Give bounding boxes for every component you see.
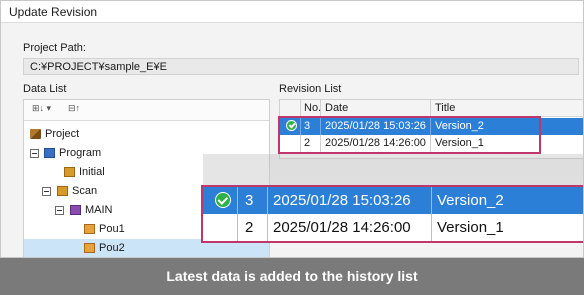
latest-check-icon: [215, 192, 231, 208]
tree-item-label: Program: [59, 147, 102, 159]
tree-item-label: Initial: [79, 166, 105, 178]
zoomed-revision-row: 3 2025/01/28 15:03:26 Version_2: [203, 187, 583, 214]
data-list-label: Data List: [23, 83, 67, 95]
zoomed-revision-row: 2 2025/01/28 14:26:00 Version_1: [203, 214, 583, 241]
project-icon: [30, 129, 41, 139]
caption-banner: Latest data is added to the history list: [0, 258, 584, 295]
tree-item-label: Pou2: [99, 242, 125, 254]
zoomed-revision-title: Version_1: [437, 219, 504, 236]
tree-item-project[interactable]: Project: [24, 125, 269, 144]
zoomed-revision-date: 2025/01/28 14:26:00: [273, 219, 411, 236]
tree-item-label: Scan: [72, 185, 98, 197]
zoomed-revision-list: 3 2025/01/28 15:03:26 Version_2 2 2025/0…: [201, 185, 583, 243]
zoomed-revision-no: 3: [245, 192, 254, 209]
pou-icon: [84, 243, 95, 253]
tree-item-label: MAIN: [85, 204, 113, 216]
column-header-title[interactable]: Title: [435, 102, 455, 114]
revision-highlight-frame: [278, 116, 541, 154]
tree-item-label: Project: [45, 128, 80, 140]
initial-icon: [64, 167, 75, 177]
zoomed-revision-no: 2: [245, 219, 254, 236]
collapse-toggle-icon[interactable]: [55, 206, 64, 215]
column-header-no[interactable]: No.: [304, 102, 321, 114]
column-header-date[interactable]: Date: [325, 102, 348, 114]
revision-list-header: No. Date Title: [280, 100, 583, 117]
expand-all-button[interactable]: ⊞↓ ▾: [32, 103, 51, 117]
project-path-label: Project Path:: [23, 42, 86, 54]
collapse-all-button[interactable]: ⊟↑: [68, 103, 80, 117]
program-icon: [44, 148, 55, 158]
tree-item-label: Pou1: [99, 223, 125, 235]
scan-icon: [57, 186, 68, 196]
caption-text: Latest data is added to the history list: [166, 268, 418, 284]
zoomed-revision-title: Version_2: [437, 192, 504, 209]
revision-list-label: Revision List: [279, 83, 342, 95]
main-icon: [70, 205, 81, 215]
data-list-toolbar: ⊞↓ ▾ ⊟↑: [24, 100, 269, 121]
collapse-toggle-icon[interactable]: [30, 149, 39, 158]
collapse-toggle-icon[interactable]: [42, 187, 51, 196]
project-path-field: C:¥PROJECT¥sample_E¥E: [23, 58, 579, 75]
zoomed-revision-date: 2025/01/28 15:03:26: [273, 192, 411, 209]
update-revision-window: Update Revision Project Path: C:¥PROJECT…: [0, 0, 584, 258]
title-bar: Update Revision: [1, 1, 583, 23]
pou-icon: [84, 224, 95, 234]
window-title: Update Revision: [9, 5, 98, 19]
